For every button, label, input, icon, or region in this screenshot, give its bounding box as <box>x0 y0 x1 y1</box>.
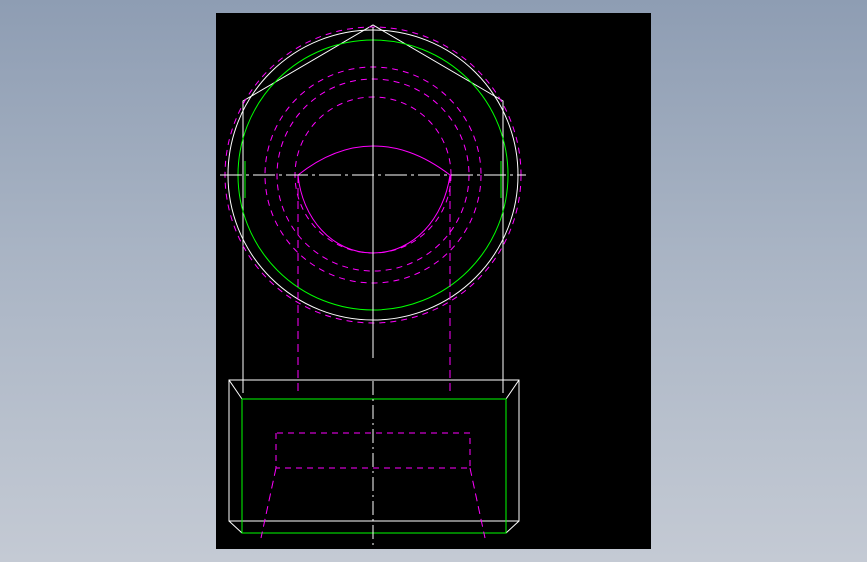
side-view <box>228 379 520 545</box>
chamfer-bl <box>228 520 243 534</box>
cad-drawing-viewport[interactable] <box>216 13 651 549</box>
cad-drawing <box>220 24 526 545</box>
hidden-taper-left <box>260 467 277 539</box>
base-block-outline <box>228 379 520 522</box>
hidden-taper-right <box>469 467 486 539</box>
chamfer-tl <box>228 379 243 400</box>
chamfer-br <box>505 520 520 534</box>
end-view <box>220 24 526 393</box>
base-visible-rect <box>241 398 507 534</box>
bore-profile <box>297 145 451 254</box>
chamfer-tr <box>505 379 520 400</box>
